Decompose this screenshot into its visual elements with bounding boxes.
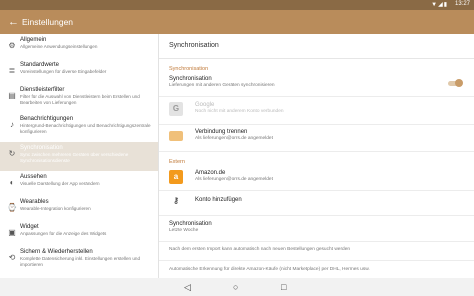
item-subtitle: Komplette Datensicherung inkl. Einstellu…	[20, 256, 141, 267]
panel-header: Synchronisation	[159, 34, 474, 59]
settings-item-defaults[interactable]: ≣ Standardwerte Voreinstellungen für div…	[0, 59, 158, 84]
settings-item-widget[interactable]: ▣ Widget Anpassungen für die Anzeige des…	[0, 221, 158, 246]
nav-recents-icon[interactable]: □	[281, 281, 286, 293]
item-subtitle: Filter für die Auswahl von Dienstleister…	[20, 94, 140, 105]
info-note: Automatische Erkennung für direkte Amazo…	[169, 267, 370, 272]
item-subtitle: Visuelle Darstellung der App verändern	[20, 181, 100, 186]
row-subtitle: Als lieferungen@orrs.de angemeldet	[195, 136, 273, 141]
sync-icon: ↻	[8, 149, 16, 158]
settings-item-wearables[interactable]: ⌚ Wearables Wearable-Integration konfigu…	[0, 196, 158, 221]
widget-icon: ▣	[8, 228, 16, 237]
watch-icon: ⌚	[7, 203, 17, 212]
item-title: Wearables	[20, 199, 49, 205]
settings-item-general[interactable]: ⚙ Allgemein Allgemeine Anwendungseinstel…	[0, 34, 158, 59]
item-title: Synchronisation	[20, 145, 63, 151]
sync-toggle-row[interactable]: Synchronisation Lieferungen mit anderen …	[159, 73, 474, 97]
row-subtitle: Lieferungen mit anderen Geräten synchron…	[169, 83, 275, 88]
status-bar: ▼◢▮ 13:27	[0, 0, 474, 10]
settings-item-backup[interactable]: ⟲ Sichern & Wiederherstellen Komplette D…	[0, 246, 158, 275]
item-title: Dienstleisterfilter	[20, 87, 65, 93]
sync-switch[interactable]	[448, 79, 463, 87]
row-title: Konto hinzufügen	[195, 197, 242, 203]
item-subtitle: Sync zwischen mehreren Geräten über vers…	[20, 152, 129, 163]
disconnect-row[interactable]: Verbindung trennen Als lieferungen@orrs.…	[159, 125, 474, 152]
amazon-icon: a	[169, 170, 183, 184]
item-title: Benachrichtigungen	[20, 116, 74, 122]
filter-icon: ▤	[8, 91, 16, 100]
list-icon: ≣	[8, 66, 16, 75]
google-icon: G	[169, 102, 183, 116]
row-title: Synchronisation	[169, 76, 212, 82]
palette-icon: ◐	[9, 178, 15, 187]
settings-item-notifications[interactable]: ♪ Benachrichtigungen Hintergrund-Benachr…	[0, 113, 158, 142]
item-subtitle: Voreinstellungen für diverse Eingabefeld…	[20, 69, 107, 74]
item-title: Widget	[20, 224, 39, 230]
sync-interval-row[interactable]: Synchronisation Letzte Woche	[159, 216, 474, 242]
row-subtitle: Noch nicht mit anderem Konto verbunden	[195, 109, 284, 114]
info-note: Nach dem ersten Import kann automatisch …	[169, 247, 351, 252]
add-account-row[interactable]: ⚷ Konto hinzufügen	[159, 191, 474, 216]
key-icon: ⚷	[173, 196, 179, 205]
item-subtitle: Anpassungen für die Anzeige des Widgets	[20, 231, 107, 236]
row-subtitle: Letzte Woche	[169, 228, 199, 233]
gear-icon: ⚙	[8, 41, 16, 50]
item-subtitle: Hintergrund-Benachrichtigungen und Benac…	[20, 123, 151, 134]
item-subtitle: Wearable-Integration konfigurieren	[20, 206, 91, 211]
section-header-sync: Synchronisation	[169, 66, 209, 72]
info-note-row-2: Automatische Erkennung für direkte Amazo…	[159, 261, 474, 279]
item-subtitle: Allgemeine Anwendungseinstellungen	[20, 44, 98, 49]
settings-item-appearance[interactable]: ◐ Aussehen Visuelle Darstellung der App …	[0, 171, 158, 196]
nav-back-icon[interactable]: ◁	[184, 281, 191, 293]
item-title: Aussehen	[20, 174, 47, 180]
settings-category-list: ⚙ Allgemein Allgemeine Anwendungseinstel…	[0, 34, 159, 278]
settings-item-sync[interactable]: ↻ Synchronisation Sync zwischen mehreren…	[0, 142, 158, 171]
switch-knob	[455, 79, 463, 87]
info-note-row: Nach dem ersten Import kann automatisch …	[159, 242, 474, 261]
navigation-bar: ◁ ○ □	[0, 278, 474, 296]
row-title: Synchronisation	[169, 221, 212, 227]
page-title: Einstellungen	[22, 17, 74, 27]
bell-icon: ♪	[10, 120, 14, 129]
section-header-external: Extern	[169, 159, 185, 165]
row-title: Google	[195, 102, 215, 108]
item-title: Sichern & Wiederherstellen	[20, 249, 93, 255]
card-icon	[169, 131, 183, 141]
google-account-row: G Google Noch nicht mit anderem Konto ve…	[159, 97, 474, 125]
item-title: Allgemein	[20, 37, 47, 43]
row-subtitle: Als lieferungen@orrs.de angemeldet	[195, 177, 273, 182]
settings-item-provider-filter[interactable]: ▤ Dienstleisterfilter Filter für die Aus…	[0, 84, 158, 113]
back-arrow-icon[interactable]: ←	[8, 15, 19, 29]
app-bar: ← Einstellungen	[0, 10, 474, 34]
row-title: Amazon.de	[195, 170, 226, 176]
panel-title: Synchronisation	[169, 42, 219, 49]
amazon-account-row[interactable]: a Amazon.de Als lieferungen@orrs.de ange…	[159, 166, 474, 191]
nav-home-icon[interactable]: ○	[233, 281, 238, 293]
clock: 13:27	[454, 1, 470, 7]
row-title: Verbindung trennen	[195, 129, 248, 135]
backup-icon: ⟲	[8, 253, 16, 262]
sync-settings-panel: Synchronisation Synchronisation Synchron…	[159, 34, 474, 278]
status-icons: ▼◢▮	[431, 2, 448, 8]
item-title: Standardwerte	[20, 62, 60, 68]
